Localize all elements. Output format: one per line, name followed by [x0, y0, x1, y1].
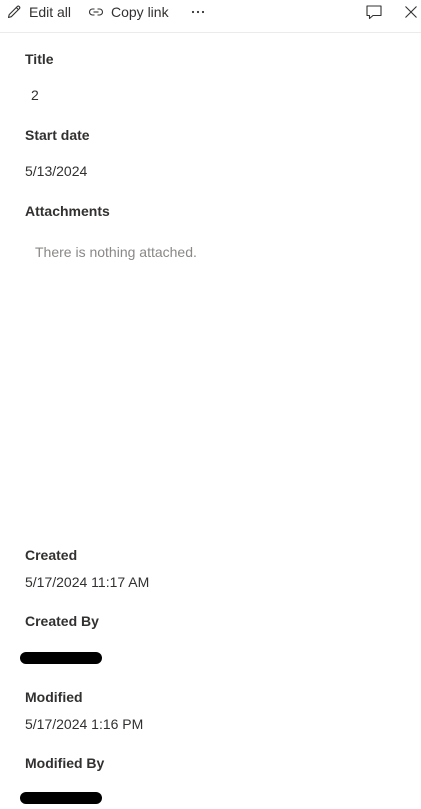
- more-options-button[interactable]: [188, 0, 208, 24]
- created-by-label: Created By: [25, 613, 99, 629]
- comment-icon: [365, 3, 383, 21]
- modified-label: Modified: [25, 689, 83, 705]
- created-value: 5/17/2024 11:17 AM: [25, 574, 150, 590]
- ellipsis-icon: [190, 4, 206, 20]
- created-by-redacted-value: [20, 652, 102, 664]
- edit-all-label: Edit all: [29, 4, 72, 20]
- command-bar: Edit all Copy link: [0, 0, 421, 33]
- start-date-value[interactable]: 5/13/2024: [25, 163, 87, 179]
- start-date-label: Start date: [25, 127, 90, 143]
- attachments-empty-message: There is nothing attached.: [35, 244, 197, 260]
- comments-button[interactable]: [364, 0, 384, 24]
- pencil-icon: [6, 4, 22, 20]
- copy-link-label: Copy link: [111, 4, 169, 20]
- link-icon: [88, 4, 104, 20]
- title-value[interactable]: 2: [31, 87, 39, 103]
- attachments-label: Attachments: [25, 203, 110, 219]
- created-label: Created: [25, 547, 78, 563]
- edit-all-button[interactable]: Edit all: [6, 0, 71, 24]
- modified-value: 5/17/2024 1:16 PM: [25, 716, 144, 732]
- close-button[interactable]: [402, 0, 420, 24]
- modified-by-label: Modified By: [25, 755, 105, 771]
- close-icon: [404, 5, 418, 19]
- title-label: Title: [25, 51, 54, 67]
- copy-link-button[interactable]: Copy link: [88, 0, 169, 24]
- modified-by-redacted-value: [20, 792, 102, 804]
